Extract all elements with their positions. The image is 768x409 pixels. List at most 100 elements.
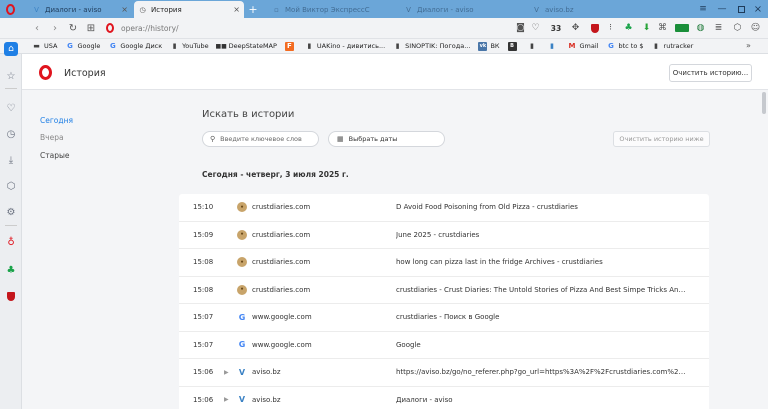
cube-icon: ⬡ <box>733 23 742 33</box>
download-arrow-icon: ⬇ <box>642 23 651 33</box>
bookmark-uakino[interactable]: ▮ UAKino - дивитись... <box>305 42 385 51</box>
maximize-button[interactable] <box>735 3 747 15</box>
history-row[interactable]: 15:10 • crustdiaries.com D Avoid Food Poiso… <box>179 194 709 222</box>
sidebar-home-button[interactable]: ⌂ <box>4 42 18 56</box>
sidebar-settings-button[interactable]: ⚙ <box>3 204 19 220</box>
bookmark-deepstatemap[interactable]: ■■ DeepStateMAP <box>215 42 276 51</box>
sidebar-aria-button[interactable]: ♁ <box>3 234 19 250</box>
minimize-button[interactable]: — <box>716 3 728 15</box>
history-domain[interactable]: aviso.bz <box>252 368 281 376</box>
history-time: 15:07 <box>193 340 214 349</box>
history-domain[interactable]: www.google.com <box>252 313 312 321</box>
scrollbar-thumb[interactable] <box>762 92 766 114</box>
close-icon[interactable]: × <box>233 5 240 14</box>
sidebar-downloads-button[interactable]: ⤓ <box>3 152 19 168</box>
sidebar-bookmarks-button[interactable]: ☆ <box>3 68 19 84</box>
bookmark-11[interactable]: ▮ <box>548 42 560 51</box>
clear-history-button[interactable]: Очистить историю... <box>669 64 752 82</box>
history-title[interactable]: D Avoid Food Poisoning from Old Pizza - … <box>396 203 686 211</box>
expand-triangle-icon[interactable]: ▶ <box>224 369 229 376</box>
nav-older[interactable]: Старые <box>40 151 70 160</box>
bookmark-btc[interactable]: Gbtc to $ <box>606 42 643 51</box>
google-icon: G <box>67 42 73 50</box>
sidebar-history-button[interactable]: ◷ <box>3 126 19 142</box>
history-domain[interactable]: aviso.bz <box>252 396 281 404</box>
tab-history[interactable]: ◷ История × <box>134 1 244 18</box>
window-close-button[interactable]: × <box>752 3 764 15</box>
url-field[interactable]: opera://history/ <box>106 20 396 36</box>
forward-button[interactable]: › <box>48 21 62 35</box>
history-domain[interactable]: www.google.com <box>252 341 312 349</box>
bookmark-10[interactable]: ▮ <box>528 42 540 51</box>
tab-menu-button[interactable]: ≡ <box>697 3 709 15</box>
bookmark-vk[interactable]: vk ВК <box>478 41 500 51</box>
bookmark-sinoptik[interactable]: ▮ SINOPTIK: Погода... <box>393 42 471 51</box>
bookmark-9[interactable]: B <box>507 41 520 51</box>
extension-adblock[interactable] <box>588 21 601 35</box>
expand-triangle-icon[interactable]: ▶ <box>224 396 229 403</box>
history-title[interactable]: Google <box>396 341 686 349</box>
history-row[interactable]: 15:08 • crustdiaries.com how long can pizza… <box>179 249 709 277</box>
opera-menu-button[interactable] <box>4 3 16 15</box>
search-heading: Искать в истории <box>202 109 295 120</box>
extensions-menu-button[interactable]: ⬡ <box>731 21 744 35</box>
bookmarks-more-button[interactable]: » <box>746 41 751 50</box>
history-title[interactable]: how long can pizza last in the fridge Ar… <box>396 258 686 266</box>
bookmark-youtube[interactable]: ▮ YouTube <box>170 42 209 51</box>
history-row[interactable]: 15:09 • crustdiaries.com June 2025 - crustd… <box>179 221 709 249</box>
snapshot-button[interactable]: ◙ <box>514 21 527 35</box>
bookmark-google[interactable]: G Google <box>65 42 100 51</box>
close-icon[interactable]: × <box>121 5 128 14</box>
search-input[interactable]: ⚲ Введите ключевое слов <box>202 131 319 147</box>
back-button[interactable]: ‹ <box>30 21 44 35</box>
bookmark-usa[interactable]: ▬ USA <box>32 42 57 51</box>
history-row[interactable]: 15:06 ▶ Vaviso.bz https://aviso.bz/go/no_re… <box>179 359 709 387</box>
extension-4[interactable]: ♣ <box>622 21 635 35</box>
tracker-count[interactable]: 33 <box>548 21 564 35</box>
history-domain[interactable]: crustdiaries.com <box>252 203 310 211</box>
nav-today[interactable]: Сегодня <box>40 116 73 125</box>
tab-dialogs-aviso-2[interactable]: V Диалоги - aviso <box>400 1 520 18</box>
account-button[interactable]: ☺ <box>749 21 762 35</box>
nav-yesterday[interactable]: Вчера <box>40 133 64 142</box>
extension-8[interactable]: ◍ <box>694 21 707 35</box>
reload-button[interactable]: ↻ <box>66 21 80 35</box>
extension-1[interactable]: ✥ <box>569 21 582 35</box>
history-title[interactable]: crustdiaries - Crust Diaries: The Untold… <box>396 286 686 294</box>
history-title[interactable]: June 2025 - crustdiaries <box>396 231 686 239</box>
bookmark-google-drive[interactable]: G Google Диск <box>108 42 162 51</box>
sidebar-adblock-button[interactable] <box>3 288 19 304</box>
clear-below-button[interactable]: Очистить историю ниже <box>613 131 710 147</box>
date-picker-button[interactable]: ▦ Выбрать даты <box>328 131 445 147</box>
tab-express[interactable]: ▫ Мой Виктор ЭкспрессС <box>268 1 388 18</box>
history-title[interactable]: Диалоги - aviso <box>396 396 686 404</box>
extension-6[interactable]: ⌘ <box>656 21 669 35</box>
tab-label: История <box>151 5 182 14</box>
bookmark-gmail[interactable]: M Gmail <box>568 42 599 51</box>
bookmark-orange[interactable]: F <box>284 41 297 51</box>
history-domain[interactable]: crustdiaries.com <box>252 231 310 239</box>
history-domain[interactable]: crustdiaries.com <box>252 286 310 294</box>
extension-download[interactable]: ⬇ <box>640 21 653 35</box>
history-row[interactable]: 15:07 Gwww.google.com crustdiaries - Поиск… <box>179 304 709 332</box>
easy-setup-button[interactable]: ≣ <box>712 21 725 35</box>
history-title[interactable]: crustdiaries - Поиск в Google <box>396 313 686 321</box>
tab-dialogs-aviso[interactable]: V Диалоги - aviso × <box>28 1 132 18</box>
tab-aviso[interactable]: V aviso.bz <box>528 1 638 18</box>
sidebar-extensions-button[interactable]: ⬡ <box>3 178 19 194</box>
bookmark-heart-button[interactable]: ♡ <box>529 21 542 35</box>
history-row[interactable]: 15:08 • crustdiaries.com crustdiaries - Cru… <box>179 276 709 304</box>
sidebar-green-ext-button[interactable]: ♣ <box>3 262 19 278</box>
speed-dial-button[interactable]: ⊞ <box>84 21 98 35</box>
extension-7[interactable] <box>673 21 690 35</box>
history-domain[interactable]: crustdiaries.com <box>252 258 310 266</box>
shield-red-icon <box>590 23 599 33</box>
history-row[interactable]: 15:06 ▶ Vaviso.bz Диалоги - aviso <box>179 386 709 409</box>
bookmark-rutracker[interactable]: ▮ rutracker <box>652 42 693 51</box>
extension-3[interactable]: ⁝ <box>604 21 617 35</box>
history-title[interactable]: https://aviso.bz/go/no_referer.php?go_ur… <box>396 368 686 376</box>
history-row[interactable]: 15:07 Gwww.google.com Google <box>179 331 709 359</box>
new-tab-button[interactable]: + <box>247 2 259 16</box>
sidebar-favorites-button[interactable]: ♡ <box>3 100 19 116</box>
search-icon: ⚲ <box>210 135 216 143</box>
